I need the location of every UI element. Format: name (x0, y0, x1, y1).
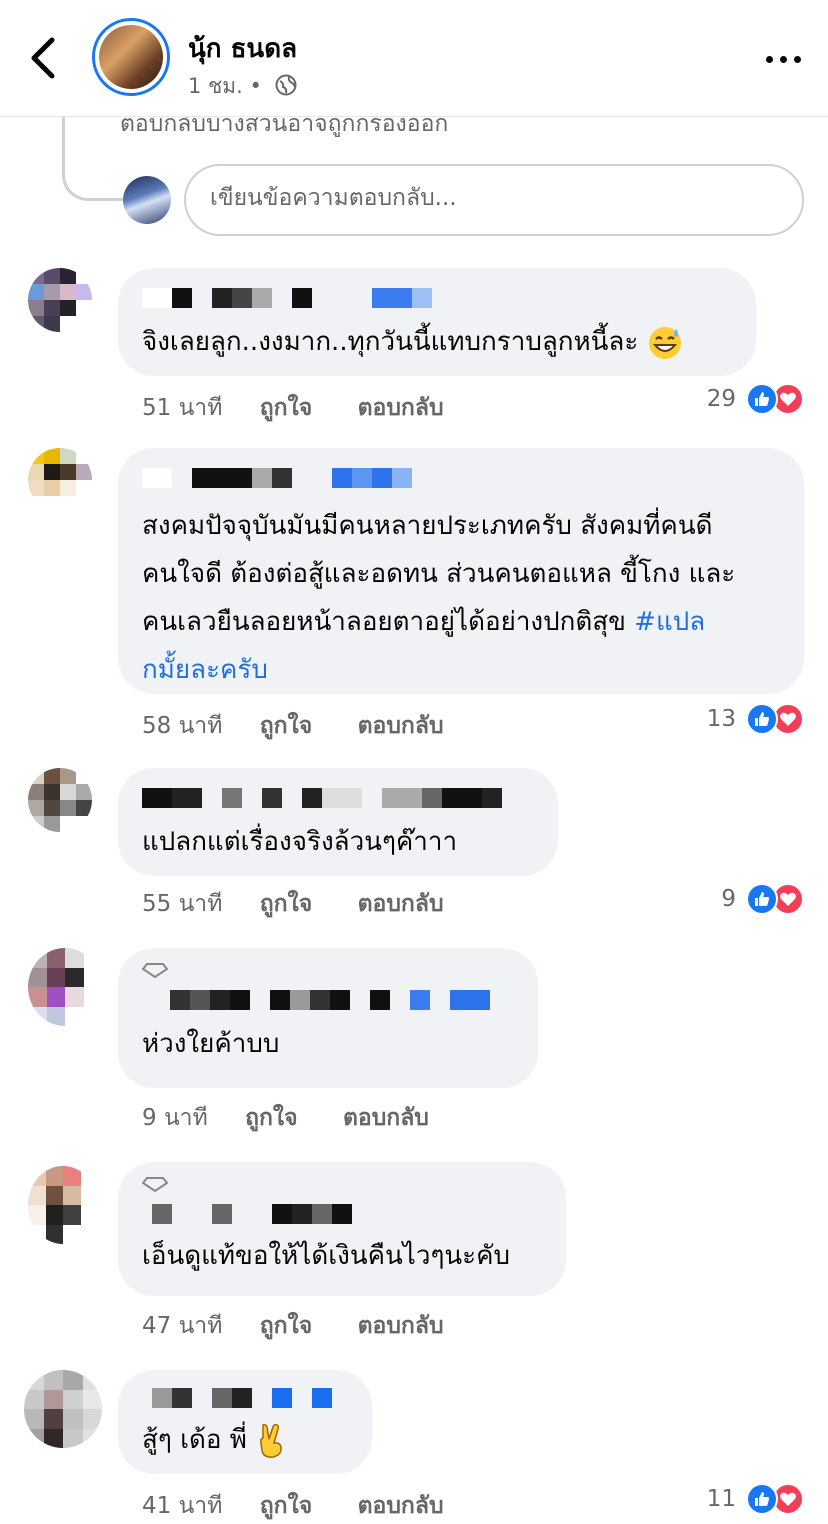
post-meta: 1 ชม. • (188, 70, 297, 103)
comment-time[interactable]: 55 นาที (142, 891, 222, 917)
reply-button[interactable]: ตอบกลับ (343, 1105, 429, 1131)
commenter-name[interactable] (142, 990, 514, 1012)
top-fan-badge (141, 962, 514, 982)
top-fan-badge (141, 1176, 542, 1196)
like-button[interactable]: ถูกใจ (260, 1493, 313, 1519)
commenter-name[interactable] (142, 1388, 348, 1410)
comment-actions: 41 นาที ถูกใจ ตอบกลับ (142, 1488, 482, 1524)
sweat-smile-emoji (647, 325, 683, 361)
back-button[interactable] (28, 36, 68, 84)
post-header: นุ้ก ธนดล 1 ชม. • (0, 0, 828, 117)
more-options-button[interactable] (764, 44, 804, 74)
comment-time[interactable]: 51 นาที (142, 395, 222, 421)
commenter-name[interactable] (142, 288, 732, 310)
diamond-icon (141, 1177, 169, 1193)
commenter-name[interactable] (142, 468, 780, 490)
comment-time[interactable]: 58 นาที (142, 713, 222, 739)
comment-bubble: จิงเลยลูก..งงมาก..ทุกวันนี้แทบกราบลูกหนี… (118, 268, 756, 376)
commenter-avatar[interactable] (28, 268, 92, 332)
comment-time[interactable]: 9 นาที (142, 1105, 208, 1131)
comment-actions: 47 นาที ถูกใจ ตอบกลับ (142, 1308, 482, 1344)
current-user-avatar (123, 176, 171, 224)
like-reaction-icon (746, 883, 778, 915)
like-button[interactable]: ถูกใจ (260, 1313, 313, 1339)
comment-text: เอ็นดูแท้ขอให้ได้เงินคืนไวๆนะคับ (142, 1241, 511, 1271)
chevron-left-icon (31, 37, 55, 79)
commenter-avatar[interactable] (28, 1166, 98, 1244)
comment-bubble: เอ็นดูแท้ขอให้ได้เงินคืนไวๆนะคับ (118, 1162, 566, 1296)
reaction-summary[interactable]: 29 (707, 382, 804, 416)
reaction-summary[interactable]: 9 (721, 882, 804, 916)
diamond-icon (141, 963, 169, 979)
commenter-avatar[interactable] (28, 448, 92, 512)
reply-button[interactable]: ตอบกลับ (358, 713, 444, 739)
comment-time[interactable]: 41 นาที (142, 1493, 222, 1519)
post-time[interactable]: 1 ชม. (188, 74, 243, 98)
reaction-summary[interactable]: 13 (707, 702, 804, 736)
reaction-summary[interactable]: 11 (707, 1482, 804, 1516)
like-reaction-icon (746, 703, 778, 735)
comment-bubble: แปลกแต่เรื่องจริงล้วนๆค๊าาา (118, 768, 558, 876)
like-button[interactable]: ถูกใจ (260, 395, 313, 421)
reply-button[interactable]: ตอบกลับ (358, 891, 444, 917)
commenter-name[interactable] (142, 788, 534, 810)
comment-actions: 9 นาที ถูกใจ ตอบกลับ (142, 1100, 467, 1136)
commenter-avatar[interactable] (28, 948, 102, 1026)
victory-hand-emoji (255, 1423, 291, 1459)
globe-icon (275, 74, 297, 101)
commenter-avatar[interactable] (24, 1370, 102, 1448)
author-name[interactable]: นุ้ก ธนดล (188, 28, 297, 69)
author-avatar[interactable] (92, 18, 170, 96)
reaction-count: 13 (706, 706, 736, 732)
reply-button[interactable]: ตอบกลับ (358, 395, 444, 421)
reaction-count: 29 (706, 386, 736, 412)
commenter-name[interactable] (142, 1204, 542, 1226)
comment-bubble: สงคมปัจจุบันมันมีคนหลายประเภทครับ สังคมท… (118, 448, 804, 694)
comment-text: แปลกแต่เรื่องจริงล้วนๆค๊าาา (142, 827, 458, 857)
comment-bubble: ห่วงใยค้าบบ (118, 948, 538, 1088)
comment-actions: 55 นาที ถูกใจ ตอบกลับ (142, 886, 482, 922)
comment-time[interactable]: 47 นาที (142, 1313, 222, 1339)
reply-button[interactable]: ตอบกลับ (358, 1493, 444, 1519)
comment-text: ห่วงใยค้าบบ (142, 1029, 280, 1059)
comment-actions: 58 นาที ถูกใจ ตอบกลับ (142, 708, 482, 744)
reply-button[interactable]: ตอบกลับ (358, 1313, 444, 1339)
commenter-avatar[interactable] (28, 768, 92, 832)
reply-input-box[interactable] (184, 164, 804, 236)
meta-separator: • (249, 74, 262, 98)
like-button[interactable]: ถูกใจ (245, 1105, 298, 1131)
like-reaction-icon (746, 1483, 778, 1515)
like-reaction-icon (746, 383, 778, 415)
comment-bubble: สู้ๆ เด้อ พี่ (118, 1370, 372, 1474)
reaction-count: 9 (721, 886, 736, 912)
comment-text: สู้ๆ เด้อ พี่ (142, 1425, 247, 1455)
like-button[interactable]: ถูกใจ (260, 713, 313, 739)
comment-text: จิงเลยลูก..งงมาก..ทุกวันนี้แทบกราบลูกหนี… (142, 327, 639, 357)
like-button[interactable]: ถูกใจ (260, 891, 313, 917)
reaction-count: 11 (706, 1486, 736, 1512)
comment-actions: 51 นาที ถูกใจ ตอบกลับ (142, 390, 482, 426)
reply-input[interactable] (208, 184, 772, 212)
